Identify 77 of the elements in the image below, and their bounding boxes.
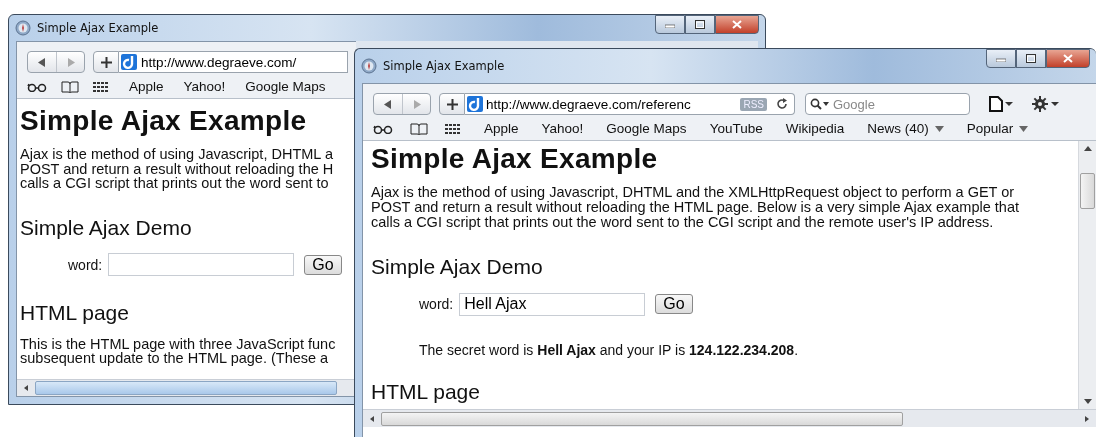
bookmark-link[interactable]: News (40) [867,121,944,136]
intro-paragraph: Ajax is the method of using Javascript, DHTML and the XMLHttpRequest object to perform a GET or POST and return a result without reloading the HTML page. Below is a very simple Ajax example that calls a CGI script that prints out the word sent to the CGI script and the remote user's IP address. [371,185,1020,230]
bookmark-link[interactable]: Yahoo! [541,121,584,136]
bookmark-link[interactable]: YouTube [709,121,763,136]
maximize-button[interactable] [685,15,715,34]
glasses-icon[interactable] [27,81,47,92]
right-triangle-icon [66,57,75,67]
section-heading: HTML page [20,300,130,325]
section-heading: HTML page [371,380,481,404]
minimize-icon [665,21,675,28]
field-label: word: [68,256,103,273]
settings-icon[interactable] [1032,96,1060,112]
field-label: word: [419,296,454,312]
left-triangle-icon [384,99,392,109]
left-triangle-icon [38,57,46,67]
paragraph-line: subsequent update to the HTML page. (These a [20,351,330,366]
plus-icon [446,98,458,110]
add-bookmark-button[interactable] [93,51,119,73]
word-field[interactable]: Hell Ajax [459,292,646,316]
caret-icon [1019,126,1029,133]
address-field[interactable]: http://www.degraeve.com/ [119,51,348,73]
scroll-up-icon[interactable] [1083,145,1092,151]
maximize-icon [695,20,705,29]
scroll-down-icon[interactable] [1083,399,1092,405]
compass-icon [361,58,377,74]
reload-icon[interactable] [776,98,788,110]
window-title: Simple Ajax Example [383,59,505,73]
page-heading: Simple Ajax Example [20,105,308,137]
minimize-button[interactable] [986,49,1016,68]
paragraph-line: calls a CGI script that prints out the word sent to [20,176,330,191]
page-heading: Simple Ajax Example [371,143,659,175]
add-bookmark-button[interactable] [439,93,465,115]
vertical-scrollbar[interactable] [1078,141,1096,409]
paragraph-line: POST and return a result without reloading the H [20,161,335,176]
section-heading: Simple Ajax Demo [371,255,544,279]
minimize-icon [996,55,1006,62]
horizontal-scrollbar[interactable] [363,409,1096,427]
compass-icon [15,20,31,36]
go-button[interactable]: Go [304,254,342,275]
grid-icon[interactable] [93,81,109,92]
go-button[interactable]: Go [655,294,693,314]
scrollbar-thumb[interactable] [1080,173,1095,209]
book-icon[interactable] [61,80,79,93]
scrollbar-thumb[interactable] [35,381,337,395]
bookmark-link[interactable]: Google Maps [606,121,687,136]
close-button[interactable] [1046,49,1090,68]
horizontal-scrollbar[interactable] [17,379,356,396]
word-field[interactable] [108,253,295,276]
address-field[interactable]: http://www.degraeve.com/referenc RSS [465,93,795,115]
minimize-button[interactable] [655,15,685,34]
page-menu-icon[interactable] [988,96,1014,112]
scrollbar-thumb[interactable] [381,411,903,426]
close-button[interactable] [715,15,759,34]
book-icon[interactable] [410,122,428,135]
bookmark-link[interactable]: Apple [484,121,519,136]
bookmark-link[interactable]: Wikipedia [785,121,845,136]
right-triangle-icon [412,99,421,109]
result-text: The secret word is Hell Ajax and your IP is 124.122.234.208. [419,342,800,358]
bookmark-link[interactable]: Popular [966,121,1029,136]
site-icon [121,54,137,70]
paragraph-line: Ajax is the method of using Javascript, DHTML a [20,147,334,162]
close-icon [732,20,742,29]
caret-icon [934,126,944,133]
bookmark-link[interactable]: Yahoo! [183,79,226,94]
glasses-icon[interactable] [373,123,393,134]
search-field[interactable]: Google [805,93,970,115]
bookmark-link[interactable]: Apple [129,79,164,94]
close-icon [1063,54,1073,63]
grid-icon[interactable] [445,123,461,134]
section-heading: Simple Ajax Demo [20,215,193,240]
bookmark-link[interactable]: Google Maps [245,79,326,94]
site-icon [467,96,483,112]
paragraph-line: This is the HTML page with three JavaScript func [20,336,337,351]
plus-icon [100,56,112,68]
window-title: Simple Ajax Example [37,21,159,35]
maximize-button[interactable] [1016,49,1046,68]
maximize-icon [1026,54,1036,63]
